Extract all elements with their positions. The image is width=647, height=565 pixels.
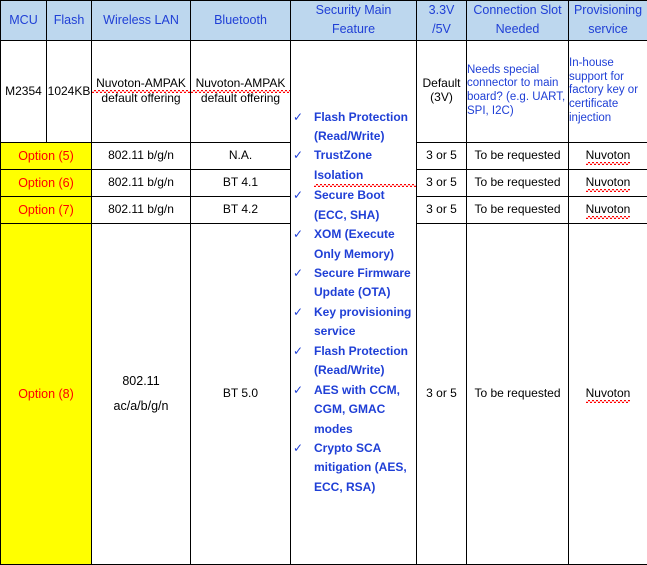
list-item: ✓ TrustZone Isolation (291, 146, 416, 188)
check-icon: ✓ (293, 148, 304, 163)
security-feature-label: TrustZone Isolation (314, 146, 416, 188)
check-icon: ✓ (293, 304, 304, 319)
cell-voltage-option-7: 3 or 5 (416, 195, 467, 224)
security-feature-label: Secure Boot (ECC, SHA) (314, 188, 385, 222)
list-item: ✓ Secure Boot (ECC, SHA) (291, 186, 416, 225)
spellcheck-underline-text: Nuvoton (585, 385, 631, 403)
spellcheck-underline-text: Nuvoton (585, 174, 631, 192)
column-header-security-main-feature: Security Main Feature (290, 0, 417, 41)
cell-provisioning-base: In-house support for factory key or cert… (568, 39, 647, 143)
cell-provisioning-option-6: Nuvoton (568, 168, 647, 197)
cell-provisioning-option-7: Nuvoton (568, 195, 647, 224)
cell-connection-option-6: To be requested (466, 168, 569, 197)
cell-voltage-option-8: 3 or 5 (416, 222, 467, 565)
security-feature-label: Secure Firmware Update (OTA) (314, 266, 411, 300)
spellcheck-underline-text: Nuvoton-AMPAK (191, 76, 290, 93)
spellcheck-underline-text: Nuvoton (585, 147, 631, 165)
list-item: ✓ AES with CCM, CGM, GMAC modes (291, 381, 416, 439)
security-feature-label: Key provisioning service (314, 304, 412, 339)
cell-voltage-option-6: 3 or 5 (416, 168, 467, 197)
cell-voltage-base: Default (3V) (416, 39, 467, 143)
column-header-mcu: MCU (0, 0, 47, 41)
column-header-connection-slot: Connection Slot Needed (466, 0, 569, 41)
cell-provisioning-option-8: Nuvoton (568, 222, 647, 565)
security-feature-label: Crypto SCA mitigation (AES, ECC, RSA) (314, 440, 407, 494)
check-icon: ✓ (293, 266, 304, 280)
check-icon: ✓ (293, 188, 304, 203)
table-row-base-spec: M2354 1024KB Nuvoton-AMPAK default offer… (0, 39, 647, 565)
cell-security-main-feature-list: ✓ Flash Protection (Read/Write) ✓ TrustZ… (290, 39, 417, 565)
cell-wlan-base: Nuvoton-AMPAK default offering (91, 39, 191, 143)
check-icon: ✓ (293, 343, 304, 358)
option-label-6: Option (6) (0, 168, 92, 197)
spellcheck-underline-text: Nuvoton-AMPAK (92, 76, 190, 93)
list-item: ✓ Crypto SCA mitigation (AES, ECC, RSA) (291, 439, 416, 497)
cell-connection-option-7: To be requested (466, 195, 569, 224)
cell-wlan-option-8: 802.11 ac/a/b/g/n (91, 222, 191, 565)
cell-connection-slot-base: Needs special connector to main board? (… (466, 39, 569, 143)
cell-bluetooth-option-6: BT 4.1 (190, 168, 291, 197)
check-icon: ✓ (293, 440, 304, 455)
column-header-provisioning-service: Provisioning service (568, 0, 647, 41)
security-feature-label: Flash Protection (Read/Write) (314, 343, 409, 378)
column-header-voltage: 3.3V /5V (416, 0, 467, 41)
cell-wlan-option-5: 802.11 b/g/n (91, 141, 191, 170)
security-feature-label: XOM (Execute Only Memory) (314, 227, 395, 261)
cell-flash-base: 1024KB (46, 39, 92, 143)
check-icon: ✓ (293, 382, 304, 397)
list-item: ✓ XOM (Execute Only Memory) (291, 225, 416, 264)
table-header-row: MCU Flash Wireless LAN Bluetooth Securit… (0, 0, 647, 41)
cell-mcu-base: M2354 (0, 39, 47, 143)
option-label-5: Option (5) (0, 141, 92, 170)
list-item: ✓ Key provisioning service (291, 303, 416, 342)
cell-bluetooth-option-5: N.A. (190, 141, 291, 170)
option-label-7: Option (7) (0, 195, 92, 224)
device-option-comparison-table: MCU Flash Wireless LAN Bluetooth Securit… (0, 0, 647, 565)
spellcheck-underline-text: Nuvoton (585, 201, 631, 219)
cell-connection-option-5: To be requested (466, 141, 569, 170)
security-feature-label: AES with CCM, CGM, GMAC modes (314, 382, 400, 436)
cell-provisioning-option-5: Nuvoton (568, 141, 647, 170)
list-item: ✓ Secure Firmware Update (OTA) (291, 264, 416, 303)
column-header-wireless-lan: Wireless LAN (91, 0, 191, 41)
cell-bluetooth-option-7: BT 4.2 (190, 195, 291, 224)
list-item: ✓ Flash Protection (Read/Write) (291, 108, 416, 147)
cell-wlan-option-7: 802.11 b/g/n (91, 195, 191, 224)
column-header-bluetooth: Bluetooth (190, 0, 291, 41)
cell-bluetooth-base: Nuvoton-AMPAK default offering (190, 39, 291, 143)
security-feature-label: Flash Protection (Read/Write) (314, 109, 409, 143)
column-header-flash: Flash (46, 0, 92, 41)
option-label-8: Option (8) (0, 222, 92, 565)
check-icon: ✓ (293, 109, 304, 124)
security-feature-list: ✓ Flash Protection (Read/Write) ✓ TrustZ… (291, 108, 416, 498)
cell-wlan-option-6: 802.11 b/g/n (91, 168, 191, 197)
check-icon: ✓ (293, 227, 304, 242)
cell-connection-option-8: To be requested (466, 222, 569, 565)
cell-voltage-option-5: 3 or 5 (416, 141, 467, 170)
cell-bluetooth-option-8: BT 5.0 (190, 222, 291, 565)
list-item: ✓ Flash Protection (Read/Write) (291, 342, 416, 381)
